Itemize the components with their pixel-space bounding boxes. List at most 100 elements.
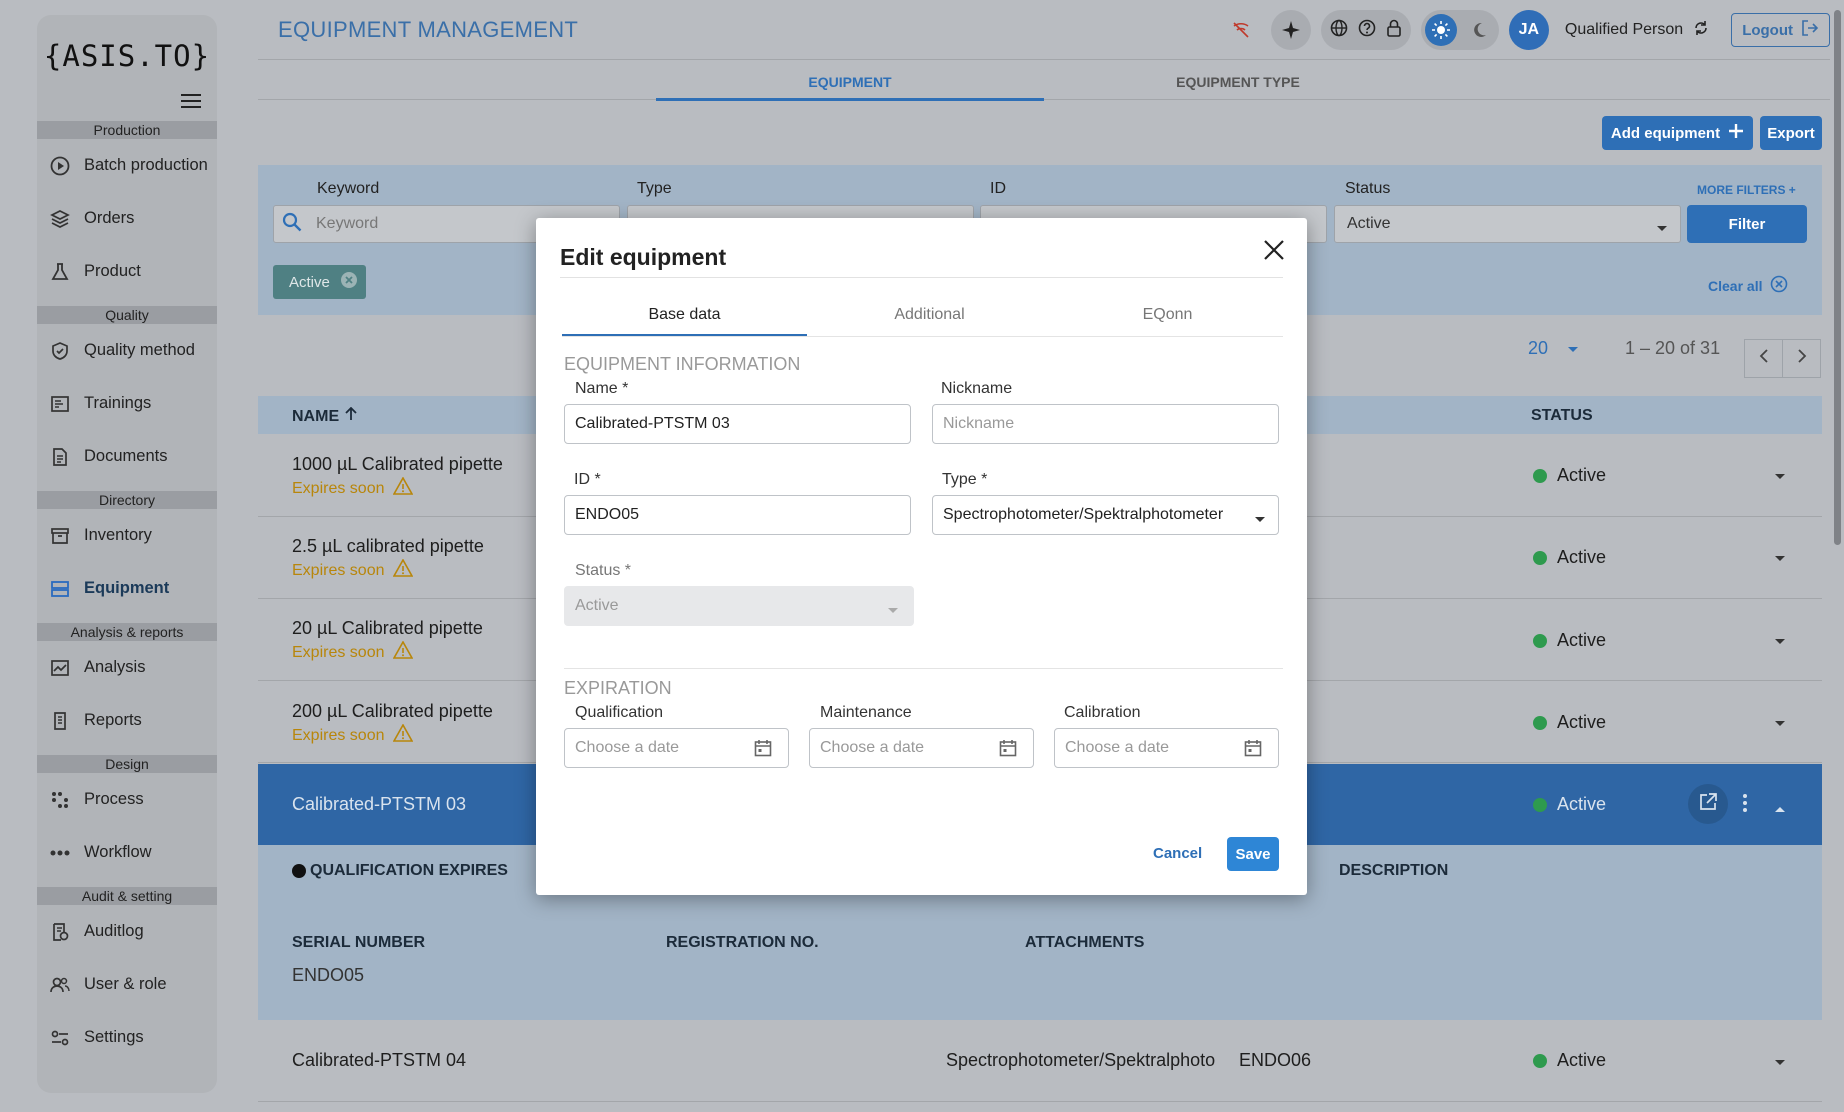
save-button[interactable]: Save xyxy=(1227,837,1279,871)
nickname-field[interactable]: Nickname xyxy=(932,404,1279,444)
sidebar: {ASIS.TO} Production Batch production Or… xyxy=(37,15,217,1093)
page-scrollbar[interactable] xyxy=(1832,0,1844,1112)
equipment-information-heading: EQUIPMENT INFORMATION xyxy=(564,354,801,374)
flask-icon xyxy=(49,261,71,283)
globe-icon[interactable] xyxy=(1329,18,1349,43)
expand-row-chevron-icon[interactable] xyxy=(1774,717,1786,731)
qualification-label: Qualification xyxy=(575,704,664,721)
close-icon[interactable] xyxy=(1260,236,1288,264)
chip-label: Active xyxy=(289,273,330,291)
sidebar-item-equipment[interactable]: Equipment xyxy=(37,562,217,615)
calendar-icon[interactable] xyxy=(999,739,1017,757)
section-production: Production xyxy=(37,121,217,139)
theme-toggle-group xyxy=(1420,10,1499,50)
hamburger-menu-icon[interactable] xyxy=(181,90,201,114)
prev-page-button[interactable] xyxy=(1744,339,1783,378)
row-status: Active xyxy=(1533,547,1606,568)
column-header-status[interactable]: STATUS xyxy=(1531,407,1593,425)
sort-arrow-up-icon xyxy=(345,406,357,426)
expires-warning: Expires soon xyxy=(292,476,413,500)
maintenance-date-input[interactable]: Choose a date xyxy=(809,728,1034,768)
warning-triangle-icon xyxy=(392,640,413,664)
add-equipment-button[interactable]: Add equipment xyxy=(1602,116,1753,150)
active-filter-chip[interactable]: Active xyxy=(273,265,366,299)
status-label: Status * xyxy=(575,562,632,579)
sidebar-item-orders[interactable]: Orders xyxy=(37,192,217,245)
clear-all-button[interactable]: Clear all xyxy=(1708,275,1788,296)
sidebar-item-product[interactable]: Product xyxy=(37,245,217,298)
expiration-heading: EXPIRATION xyxy=(564,678,672,698)
scrollbar-thumb[interactable] xyxy=(1834,10,1841,545)
sidebar-item-inventory[interactable]: Inventory xyxy=(37,509,217,562)
status-text: Active xyxy=(1557,712,1607,732)
sidebar-item-user-role[interactable]: User & role xyxy=(37,958,217,1011)
sidebar-item-reports[interactable]: Reports xyxy=(37,694,217,747)
table-row[interactable]: Calibrated-PTSTM 04 Spectrophotometer/Sp… xyxy=(258,1020,1822,1102)
logout-button[interactable]: Logout xyxy=(1731,13,1830,47)
app-root: {ASIS.TO} Production Batch production Or… xyxy=(0,0,1844,1112)
sidebar-item-batch-production[interactable]: Batch production xyxy=(37,139,217,192)
status-select[interactable]: Active xyxy=(1334,205,1681,243)
connection-off-icon[interactable] xyxy=(1221,21,1261,39)
expires-warning: Expires soon xyxy=(292,558,413,582)
light-theme-icon[interactable] xyxy=(1424,14,1457,46)
sidebar-item-auditlog[interactable]: Auditlog xyxy=(37,905,217,958)
sidebar-item-documents[interactable]: Documents xyxy=(37,430,217,483)
id-field[interactable]: ENDO05 xyxy=(564,495,911,535)
sidebar-item-analysis[interactable]: Analysis xyxy=(37,641,217,694)
calendar-icon[interactable] xyxy=(1244,739,1262,757)
sidebar-item-label: Trainings xyxy=(84,394,152,412)
name-field[interactable]: Calibrated-PTSTM 03 xyxy=(564,404,911,444)
collapse-row-chevron-icon[interactable] xyxy=(1774,800,1786,818)
warning-text: Expires soon xyxy=(292,479,385,497)
status-dot xyxy=(1533,550,1547,565)
calendar-icon[interactable] xyxy=(754,739,772,757)
dialog-tab-additional[interactable]: Additional xyxy=(807,306,1052,324)
expand-row-chevron-icon[interactable] xyxy=(1774,1056,1786,1070)
id-label: ID * xyxy=(574,471,601,488)
expand-row-chevron-icon[interactable] xyxy=(1774,635,1786,649)
page-size-select[interactable]: 20 xyxy=(1528,338,1579,359)
filter-button[interactable]: Filter xyxy=(1687,205,1807,243)
export-button[interactable]: Export xyxy=(1760,116,1822,150)
more-vertical-icon[interactable] xyxy=(1742,793,1748,818)
expand-row-chevron-icon[interactable] xyxy=(1774,552,1786,566)
column-header-name[interactable]: NAME xyxy=(292,406,357,426)
chip-close-icon[interactable] xyxy=(340,271,358,293)
lock-icon[interactable] xyxy=(1385,18,1403,43)
sparkle-ai-icon[interactable] xyxy=(1270,10,1311,50)
dialog-tab-eqonn[interactable]: EQonn xyxy=(1052,306,1283,324)
section-analysis-reports: Analysis & reports xyxy=(37,623,217,641)
chevron-right-icon xyxy=(1797,349,1807,368)
keyword-label: Keyword xyxy=(317,180,380,197)
next-page-button[interactable] xyxy=(1782,339,1821,378)
cancel-button[interactable]: Cancel xyxy=(1153,845,1202,862)
calibration-date-input[interactable]: Choose a date xyxy=(1054,728,1279,768)
page-size-chevron-icon xyxy=(1567,338,1579,358)
type-select[interactable]: Spectrophotometer/Spektralphotometer xyxy=(932,495,1279,535)
qualification-date-input[interactable]: Choose a date xyxy=(564,728,789,768)
shield-check-icon xyxy=(49,340,71,362)
more-filters-link[interactable]: MORE FILTERS + xyxy=(1697,183,1796,197)
sidebar-item-workflow[interactable]: Workflow xyxy=(37,826,217,879)
tab-equipment[interactable]: EQUIPMENT xyxy=(656,74,1044,101)
switch-user-icon[interactable] xyxy=(1693,20,1709,41)
tab-equipment-type[interactable]: EQUIPMENT TYPE xyxy=(1044,74,1432,90)
sidebar-item-process[interactable]: Process xyxy=(37,773,217,826)
row-status: Active xyxy=(1533,712,1606,733)
sidebar-item-trainings[interactable]: Trainings xyxy=(37,377,217,430)
avatar[interactable]: JA xyxy=(1508,10,1549,50)
qualification-dot xyxy=(292,864,306,878)
help-icon[interactable] xyxy=(1357,18,1377,43)
expires-warning: Expires soon xyxy=(292,723,413,747)
section-design: Design xyxy=(37,755,217,773)
open-external-button[interactable] xyxy=(1688,784,1728,824)
sidebar-item-quality-method[interactable]: Quality method xyxy=(37,324,217,377)
dialog-tab-divider xyxy=(562,336,1283,337)
sidebar-item-settings[interactable]: Settings xyxy=(37,1011,217,1064)
dialog-tab-base-data[interactable]: Base data xyxy=(562,306,807,324)
sidebar-item-label: Inventory xyxy=(84,526,152,544)
dark-theme-icon[interactable] xyxy=(1463,14,1495,46)
expand-row-chevron-icon[interactable] xyxy=(1774,470,1786,484)
sidebar-item-label: Settings xyxy=(84,1028,144,1046)
